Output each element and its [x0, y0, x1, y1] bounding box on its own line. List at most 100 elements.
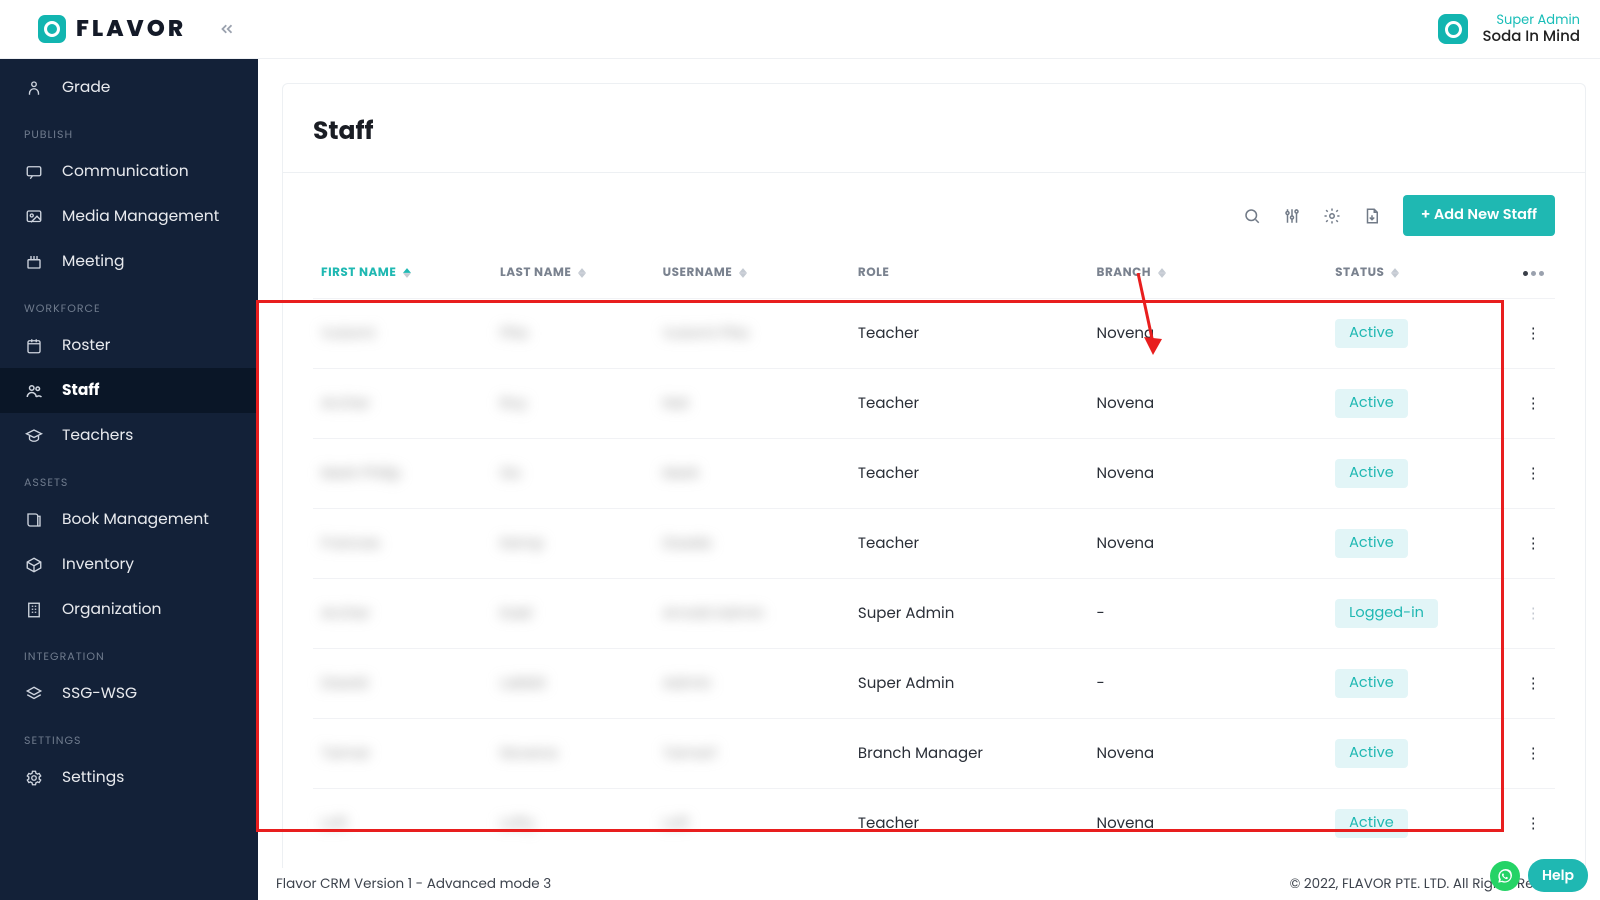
sidebar-item-label: SSG-WSG	[62, 682, 137, 705]
cell-last-name: Kemp	[500, 532, 544, 555]
help-button[interactable]: Help	[1528, 859, 1588, 892]
sidebar-item-communication[interactable]: Communication	[0, 149, 258, 194]
sidebar-collapse-icon[interactable]	[218, 20, 236, 38]
row-actions-icon[interactable]: ⋮	[1512, 439, 1555, 509]
row-actions-icon[interactable]: ⋮	[1512, 299, 1555, 369]
cell-branch: Novena	[1097, 323, 1155, 344]
cell-username: Tamar1	[663, 742, 717, 765]
cell-username: Arnold Admin	[663, 602, 765, 625]
row-actions-icon[interactable]: ⋮	[1512, 579, 1555, 649]
table-row[interactable]: DawidLabbitAdminSuper Admin-Active⋮	[313, 649, 1555, 719]
cell-role: Teacher	[858, 463, 919, 484]
brand-name: FLAVOR	[76, 12, 186, 46]
cell-branch: Novena	[1097, 393, 1155, 414]
main-content: Staff + Add New Staff FIRST NAME LAST NA…	[258, 59, 1600, 868]
staff-card: Staff + Add New Staff FIRST NAME LAST NA…	[282, 83, 1586, 873]
chat-icon	[24, 162, 44, 182]
sidebar-item-settings[interactable]: Settings	[0, 755, 258, 800]
status-badge: Active	[1335, 529, 1408, 558]
sidebar-item-label: Roster	[62, 334, 110, 357]
cell-last-name: Pita	[500, 322, 528, 345]
table-row[interactable]: TamarNovenaTamar1Branch ManagerNovenaAct…	[313, 719, 1555, 789]
cell-first-name: Loft	[321, 812, 347, 835]
cell-role: Branch Manager	[858, 743, 983, 764]
sidebar-item-book[interactable]: Book Management	[0, 497, 258, 542]
cell-first-name: Archer	[321, 602, 370, 625]
cell-last-name: Novena	[500, 742, 558, 765]
cell-first-name: Frances	[321, 532, 380, 555]
add-staff-button[interactable]: + Add New Staff	[1403, 195, 1555, 236]
status-badge: Active	[1335, 669, 1408, 698]
row-actions-icon[interactable]: ⋮	[1512, 719, 1555, 789]
cell-branch: Novena	[1097, 533, 1155, 554]
whatsapp-icon[interactable]	[1490, 861, 1520, 891]
col-first-name[interactable]: FIRST NAME	[313, 246, 492, 299]
brand-block: FLAVOR	[38, 12, 236, 46]
sidebar-item-label: Meeting	[62, 250, 124, 273]
table-row[interactable]: ArcherKaelArnold AdminSuper Admin-Logged…	[313, 579, 1555, 649]
book-icon	[24, 510, 44, 530]
cell-username: Dsada	[663, 532, 712, 555]
cell-first-name: Dawid	[321, 672, 368, 695]
row-actions-icon[interactable]: ⋮	[1512, 509, 1555, 579]
cell-role: Teacher	[858, 813, 919, 834]
grade-icon	[24, 78, 44, 98]
sidebar-item-label: Book Management	[62, 508, 209, 531]
export-icon[interactable]	[1363, 207, 1381, 225]
col-last-name[interactable]: LAST NAME	[492, 246, 655, 299]
layers-icon	[24, 684, 44, 704]
cell-first-name: Mark Philip	[321, 462, 401, 485]
cell-last-name: Kael	[500, 602, 532, 625]
status-badge: Active	[1335, 389, 1408, 418]
cell-role: Teacher	[858, 393, 919, 414]
filter-icon[interactable]	[1283, 207, 1301, 225]
sidebar-item-label: Communication	[62, 160, 189, 183]
cell-username: Vutomi Pita	[663, 322, 749, 345]
cell-last-name: Lofty	[500, 812, 535, 835]
status-badge: Active	[1335, 319, 1408, 348]
search-icon[interactable]	[1243, 207, 1261, 225]
table-row[interactable]: FrancesKempDsadaTeacherNovenaActive⋮	[313, 509, 1555, 579]
table-row[interactable]: Mark PhilipGoMarkTeacherNovenaActive⋮	[313, 439, 1555, 509]
col-status[interactable]: STATUS	[1327, 246, 1511, 299]
user-company: Soda In Mind	[1482, 28, 1580, 47]
col-more[interactable]	[1512, 246, 1555, 299]
sidebar-item-meeting[interactable]: Meeting	[0, 239, 258, 284]
cell-username: Mark	[663, 462, 699, 485]
row-actions-icon[interactable]: ⋮	[1512, 649, 1555, 719]
sidebar-item-ssg[interactable]: SSG-WSG	[0, 671, 258, 716]
col-branch[interactable]: BRANCH	[1089, 246, 1328, 299]
user-block[interactable]: Super Admin Soda In Mind	[1438, 12, 1580, 47]
sidebar-item-label: Inventory	[62, 553, 134, 576]
table-row[interactable]: LoftLoftyLoftTeacherNovenaActive⋮	[313, 789, 1555, 859]
row-actions-icon[interactable]: ⋮	[1512, 789, 1555, 859]
sidebar-item-label: Media Management	[62, 205, 219, 228]
sidebar-item-teachers[interactable]: Teachers	[0, 413, 258, 458]
settings-icon[interactable]	[1323, 207, 1341, 225]
gear-icon	[24, 768, 44, 788]
col-username[interactable]: USERNAME	[655, 246, 850, 299]
sidebar-item-label: Settings	[62, 766, 124, 789]
cell-last-name: Roy	[500, 392, 527, 415]
col-role[interactable]: ROLE	[850, 246, 1089, 299]
section-integration: INTEGRATION	[0, 632, 258, 671]
more-header-icon	[1523, 271, 1544, 276]
sidebar-item-staff[interactable]: Staff	[0, 368, 258, 413]
sidebar-item-roster[interactable]: Roster	[0, 323, 258, 368]
sidebar-item-media[interactable]: Media Management	[0, 194, 258, 239]
sidebar-item-grade[interactable]: Grade	[0, 65, 258, 110]
cell-branch: Novena	[1097, 813, 1155, 834]
table-toolbar: + Add New Staff	[283, 173, 1585, 246]
building-icon	[24, 600, 44, 620]
table-row[interactable]: ArcherRoyNatTeacherNovenaActive⋮	[313, 369, 1555, 439]
row-actions-icon[interactable]: ⋮	[1512, 369, 1555, 439]
cell-branch: Novena	[1097, 743, 1155, 764]
cell-username: Loft	[663, 812, 689, 835]
cell-last-name: Labbit	[500, 672, 546, 695]
cell-first-name: Vutomi	[321, 322, 375, 345]
top-header: FLAVOR Super Admin Soda In Mind	[0, 0, 1600, 59]
sidebar-item-org[interactable]: Organization	[0, 587, 258, 632]
sidebar-item-inventory[interactable]: Inventory	[0, 542, 258, 587]
box-icon	[24, 555, 44, 575]
table-row[interactable]: VutomiPitaVutomi PitaTeacherNovenaActive…	[313, 299, 1555, 369]
